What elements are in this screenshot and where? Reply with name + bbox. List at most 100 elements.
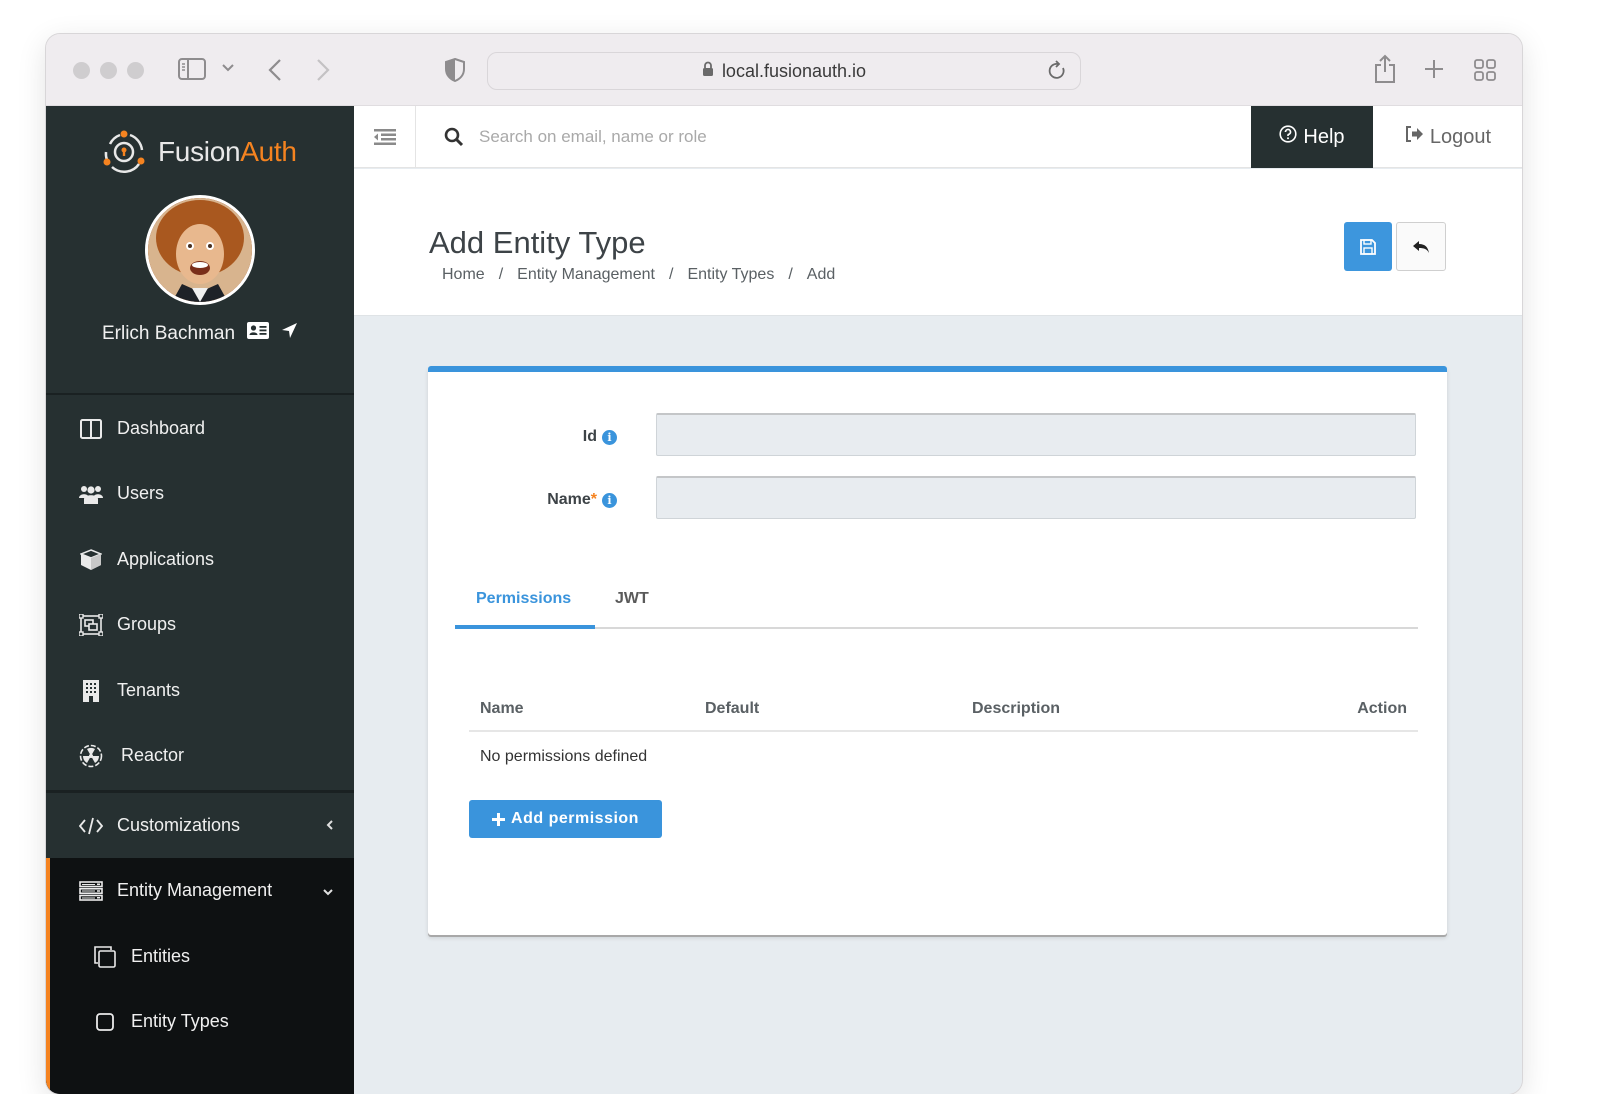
- id-input[interactable]: [656, 413, 1416, 456]
- name-label-text: Name: [547, 491, 591, 508]
- breadcrumb-separator: /: [669, 266, 674, 283]
- sidebar-subitem-entity-types[interactable]: Entity Types: [60, 989, 354, 1054]
- zoom-window-button[interactable]: [127, 62, 144, 79]
- clone-icon: [93, 945, 117, 969]
- add-permission-button[interactable]: Add permission: [469, 800, 662, 838]
- back-button[interactable]: [1396, 222, 1446, 271]
- user-name[interactable]: Erlich Bachman: [102, 323, 235, 345]
- info-icon[interactable]: i: [602, 429, 617, 445]
- main-content: Help Logout Add Entity Type Home / Entit…: [354, 106, 1522, 1094]
- new-tab-icon[interactable]: [1424, 59, 1444, 79]
- sidebar-item-label: Dashboard: [117, 418, 206, 438]
- sidebar-item-groups[interactable]: Groups: [46, 592, 354, 657]
- privacy-shield-icon[interactable]: [444, 58, 466, 82]
- tab-jwt[interactable]: JWT: [615, 590, 649, 629]
- reply-icon: [1413, 240, 1429, 253]
- sidebar: FusionAuth Erlich Bachman Dashboard User…: [46, 106, 354, 1094]
- url-text: local.fusionauth.io: [721, 60, 867, 81]
- breadcrumb-home[interactable]: Home: [442, 266, 485, 284]
- chevron-down-icon[interactable]: [222, 64, 234, 72]
- brand-name: FusionAuth: [158, 136, 297, 168]
- plus-icon: [492, 812, 506, 826]
- browser-window: local.fusionauth.io FusionAuth Erlich Ba…: [46, 34, 1522, 1094]
- column-header-description[interactable]: Description: [972, 700, 1060, 718]
- required-marker: *: [590, 491, 597, 508]
- sidebar-item-tenants[interactable]: Tenants: [46, 658, 354, 723]
- tab-permissions[interactable]: Permissions: [476, 590, 571, 629]
- sidebar-subitem-entities[interactable]: Entities: [60, 924, 354, 989]
- question-circle-icon: [1279, 125, 1298, 149]
- save-icon: [1360, 238, 1376, 255]
- permissions-table-header: Name Default Description Action: [469, 690, 1418, 732]
- empty-table-message: No permissions defined: [480, 748, 648, 765]
- server-icon: [79, 879, 103, 903]
- code-icon: [79, 814, 103, 838]
- name-label: Name * i: [547, 491, 617, 509]
- save-button[interactable]: [1344, 222, 1392, 271]
- groups-icon: [79, 613, 103, 637]
- avatar[interactable]: [145, 195, 255, 305]
- column-header-action[interactable]: Action: [1357, 700, 1407, 718]
- search-icon: [444, 127, 464, 152]
- reload-icon[interactable]: [1048, 60, 1068, 87]
- id-label-text: Id: [582, 428, 597, 445]
- back-arrow-icon[interactable]: [268, 58, 282, 82]
- sidebar-item-label: Tenants: [117, 680, 181, 700]
- active-tab-indicator: [455, 625, 595, 629]
- breadcrumb-separator: /: [788, 266, 793, 283]
- add-permission-label: Add permission: [511, 810, 639, 827]
- share-icon[interactable]: [1374, 54, 1396, 84]
- radiation-icon: [79, 744, 103, 768]
- sidebar-item-label: Entity Types: [131, 1011, 229, 1031]
- chevron-down-icon: [322, 883, 334, 899]
- lock-icon: [702, 61, 714, 82]
- sidebar-item-label: Users: [117, 483, 165, 503]
- sidebar-item-applications[interactable]: Applications: [46, 527, 354, 592]
- tab-bar: Permissions JWT: [455, 576, 1418, 629]
- indent-icon: [373, 129, 396, 145]
- sidebar-item-reactor[interactable]: Reactor: [46, 723, 354, 788]
- column-header-default[interactable]: Default: [705, 700, 759, 718]
- brand-name-part2: Auth: [240, 136, 297, 167]
- page-title: Add Entity Type: [429, 225, 646, 260]
- breadcrumb-entity-types[interactable]: Entity Types: [687, 266, 774, 284]
- breadcrumb-separator: /: [498, 266, 504, 283]
- name-input[interactable]: [656, 476, 1416, 519]
- minimize-window-button[interactable]: [100, 62, 117, 79]
- sign-out-icon: [1404, 125, 1424, 149]
- sidebar-toggle-icon[interactable]: [178, 58, 206, 80]
- users-icon: [79, 482, 103, 506]
- sidebar-divider: [46, 393, 354, 395]
- sidebar-item-label: Entity Management: [117, 880, 273, 900]
- entity-management-group: Entity Management Entities Entity Types: [46, 858, 354, 1094]
- menu-collapse-button[interactable]: [354, 106, 416, 168]
- sidebar-item-customizations[interactable]: Customizations: [46, 793, 354, 858]
- sidebar-item-users[interactable]: Users: [46, 461, 354, 526]
- info-icon[interactable]: i: [602, 492, 617, 508]
- page-header: Add Entity Type Home / Entity Management…: [354, 169, 1522, 316]
- forward-arrow-icon[interactable]: [316, 58, 330, 82]
- location-arrow-icon[interactable]: [281, 322, 298, 345]
- square-icon: [93, 1010, 117, 1034]
- column-header-name[interactable]: Name: [480, 700, 524, 718]
- sidebar-item-label: Groups: [117, 614, 177, 634]
- logo-icon: [103, 130, 145, 174]
- id-card-icon[interactable]: [247, 322, 270, 345]
- cube-icon: [79, 548, 103, 572]
- user-info: Erlich Bachman: [46, 322, 354, 345]
- dashboard-icon: [79, 417, 103, 441]
- top-bar: Help Logout: [354, 106, 1522, 168]
- logout-label: Logout: [1429, 125, 1492, 148]
- tab-overview-icon[interactable]: [1474, 59, 1496, 81]
- address-bar[interactable]: local.fusionauth.io: [487, 52, 1081, 90]
- breadcrumb-entity-management[interactable]: Entity Management: [517, 266, 655, 284]
- close-window-button[interactable]: [73, 62, 90, 79]
- sidebar-item-dashboard[interactable]: Dashboard: [46, 396, 354, 461]
- entity-type-form-panel: Id i Name * i Permissions JWT Name Defaul…: [428, 366, 1447, 935]
- fusionauth-logo[interactable]: FusionAuth: [100, 128, 297, 176]
- sidebar-item-label: Entities: [131, 946, 191, 966]
- logout-button[interactable]: Logout: [1373, 106, 1522, 168]
- sidebar-item-entity-management[interactable]: Entity Management: [46, 858, 354, 923]
- help-button[interactable]: Help: [1251, 106, 1373, 168]
- search-input[interactable]: [479, 122, 1179, 152]
